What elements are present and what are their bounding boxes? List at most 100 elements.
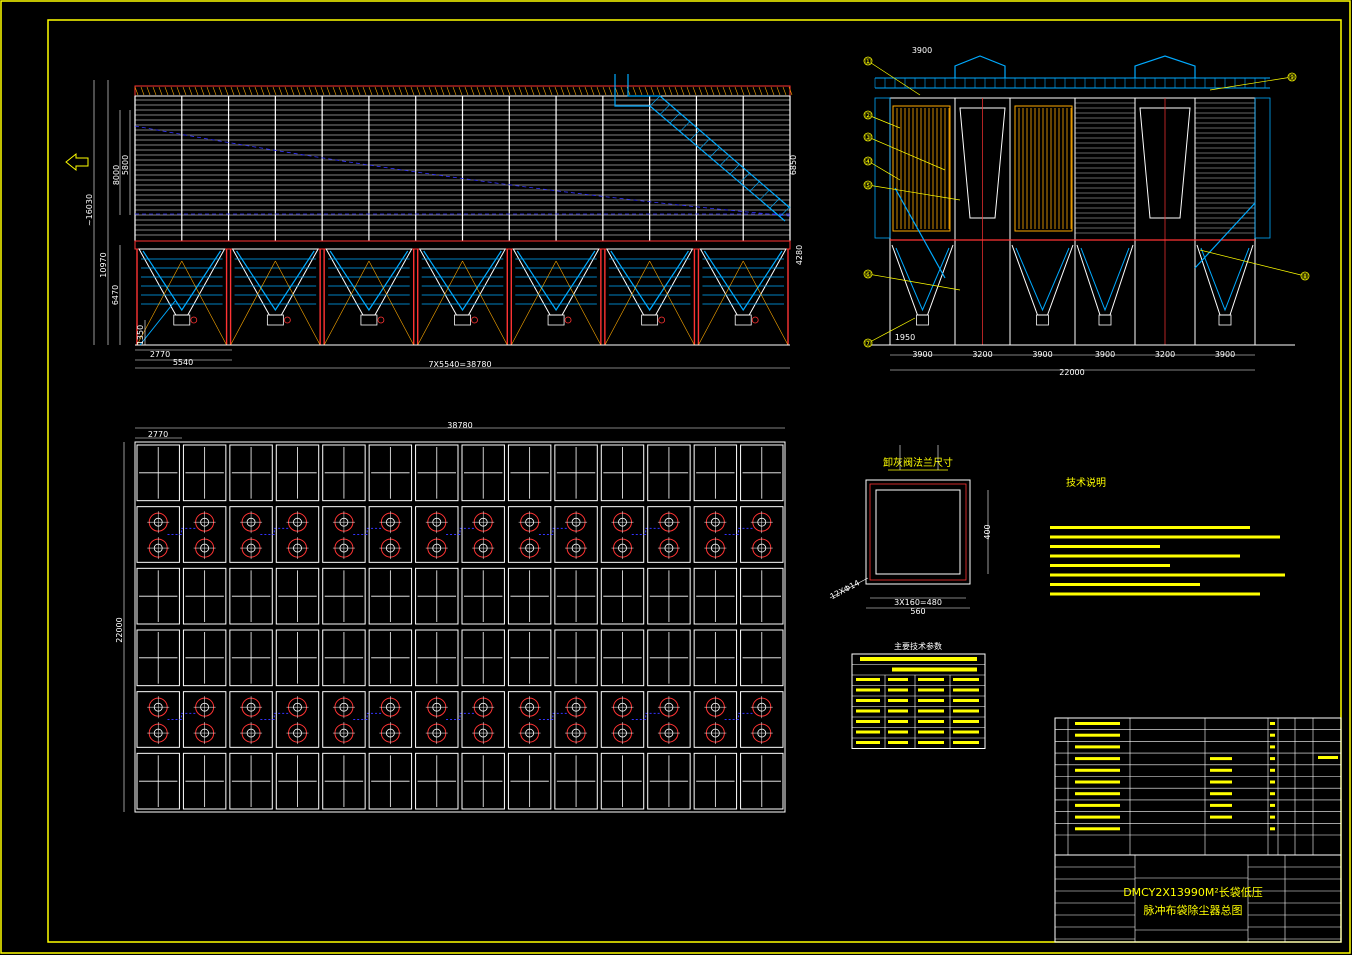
param-cell-fill bbox=[953, 688, 979, 692]
fv-roof-hatch bbox=[518, 86, 523, 96]
fv-roof-hatch bbox=[440, 86, 445, 96]
sv-bag-bundle bbox=[1014, 105, 1073, 232]
fv-dim-4280: 4280 bbox=[795, 245, 804, 265]
tb-cell-fill bbox=[1075, 768, 1120, 772]
fv-dim-2770: 2770 bbox=[150, 350, 170, 359]
pv-pipe bbox=[538, 712, 567, 720]
sv-callout-leader bbox=[867, 136, 946, 171]
fv-hopper-inner bbox=[423, 250, 502, 312]
param-cell-fill bbox=[953, 730, 979, 734]
tb-cell-fill bbox=[1270, 815, 1275, 819]
param-cell-fill bbox=[918, 709, 944, 713]
fv-roof-hatch bbox=[350, 86, 355, 96]
pv-pipe bbox=[446, 712, 474, 720]
param-cell-fill bbox=[856, 678, 880, 681]
tech-note-line bbox=[1050, 592, 1260, 596]
flange-dim-bottom-1: 3X160=480 bbox=[894, 598, 942, 607]
fv-roof-hatch bbox=[542, 86, 547, 96]
fv-valve-motor bbox=[751, 316, 759, 324]
fv-roof-hatch bbox=[248, 86, 253, 96]
fv-hopper-inner bbox=[516, 250, 596, 312]
fv-roof-hatch bbox=[482, 86, 487, 96]
sv-hopper bbox=[1196, 244, 1254, 316]
param-cell-fill bbox=[953, 678, 979, 681]
fv-roof-hatch bbox=[326, 86, 331, 96]
fv-roof-hatch bbox=[452, 86, 457, 96]
param-cell-fill bbox=[953, 720, 979, 723]
plan-view: 38780 2770 22000 bbox=[115, 421, 786, 813]
fv-roof-hatch bbox=[182, 86, 187, 96]
sv-callout-leader bbox=[867, 160, 901, 181]
fv-valve bbox=[641, 314, 659, 326]
fv-roof-hatch bbox=[164, 86, 169, 96]
tech-note-line bbox=[1050, 526, 1250, 529]
pv-outline bbox=[134, 441, 786, 813]
pv-pipe bbox=[538, 527, 567, 535]
fv-brace bbox=[181, 260, 227, 346]
flange-dim-holes: 12XΦ14 bbox=[829, 578, 862, 601]
sv-callout-leader bbox=[867, 184, 961, 201]
tb-cell-fill bbox=[1270, 745, 1275, 749]
fv-dim-total: 7X5540=38780 bbox=[428, 360, 491, 369]
fv-roof-hatch bbox=[764, 86, 769, 96]
fv-valve bbox=[734, 314, 752, 326]
tech-notes-title: 技术说明 bbox=[1066, 476, 1106, 489]
fv-stair-step bbox=[759, 189, 771, 200]
fv-roof-hatch bbox=[590, 86, 595, 96]
fv-roof-hatch bbox=[548, 86, 553, 96]
flange-dim-bottom-2: 560 bbox=[910, 607, 925, 616]
fv-roof-hatch bbox=[200, 86, 205, 96]
fv-brace bbox=[698, 260, 744, 346]
fv-hopper-inner bbox=[610, 250, 689, 312]
fv-roof-hatch bbox=[608, 86, 613, 96]
fv-valve-motor bbox=[283, 316, 291, 324]
fv-roof-hatch bbox=[662, 86, 667, 96]
fv-brace bbox=[417, 260, 463, 346]
fv-roof-hatch bbox=[344, 86, 349, 96]
tb-cell-fill bbox=[1075, 733, 1120, 737]
fv-roof-hatch bbox=[320, 86, 325, 96]
pv-dim-total: 38780 bbox=[447, 421, 472, 430]
fv-roof-hatch bbox=[656, 86, 661, 96]
param-cell-fill bbox=[888, 730, 908, 734]
fv-roof-hatch bbox=[584, 86, 589, 96]
sv-stair bbox=[1194, 202, 1256, 269]
flange-title: 卸灰阀法兰尺寸 bbox=[883, 456, 953, 469]
fv-roof-hatch bbox=[356, 86, 361, 96]
tb-cell-fill bbox=[1210, 780, 1232, 784]
sv-callout-number: ③ bbox=[864, 133, 871, 142]
fv-roof-hatch bbox=[254, 86, 259, 96]
fv-roof-hatch bbox=[686, 86, 691, 96]
sv-callout-leader bbox=[867, 273, 961, 291]
param-cell-fill bbox=[856, 709, 880, 713]
tech-note-line bbox=[1050, 573, 1285, 577]
fv-stair-step bbox=[709, 146, 721, 158]
pv-pipe bbox=[631, 712, 660, 720]
pv-pipe bbox=[167, 712, 196, 720]
fv-brace bbox=[604, 260, 650, 346]
tb-cell-fill bbox=[1210, 757, 1232, 761]
fv-roof-hatch bbox=[506, 86, 511, 96]
fv-stair-step bbox=[669, 112, 681, 124]
sv-dim-bottom: 3900 bbox=[1032, 350, 1052, 359]
fv-hopper bbox=[417, 248, 508, 346]
sv-valve bbox=[1036, 314, 1049, 326]
fv-roof-hatch bbox=[338, 86, 343, 96]
fv-valve-motor bbox=[471, 316, 478, 324]
fv-dim-6470: 6470 bbox=[111, 285, 120, 305]
fv-roof-hatch bbox=[332, 86, 337, 96]
fv-valve-motor bbox=[564, 316, 572, 324]
fv-roof-hatch bbox=[152, 86, 157, 96]
param-cell-fill bbox=[892, 667, 977, 672]
tb-cell-fill bbox=[1210, 768, 1232, 772]
fv-roof-hatch bbox=[728, 86, 733, 96]
sv-callout-number: ④ bbox=[864, 157, 871, 166]
cad-drawing: 8000 5800 ~16030 10970 6470 1350 6850 42… bbox=[0, 0, 1351, 954]
fv-roof-hatch bbox=[752, 86, 757, 96]
param-cell-fill bbox=[918, 699, 944, 702]
fv-roof-hatch bbox=[266, 86, 271, 96]
sv-hopper bbox=[1076, 244, 1134, 316]
fv-brace bbox=[511, 260, 557, 346]
param-cell-fill bbox=[918, 688, 944, 692]
fv-hopper bbox=[604, 248, 696, 346]
